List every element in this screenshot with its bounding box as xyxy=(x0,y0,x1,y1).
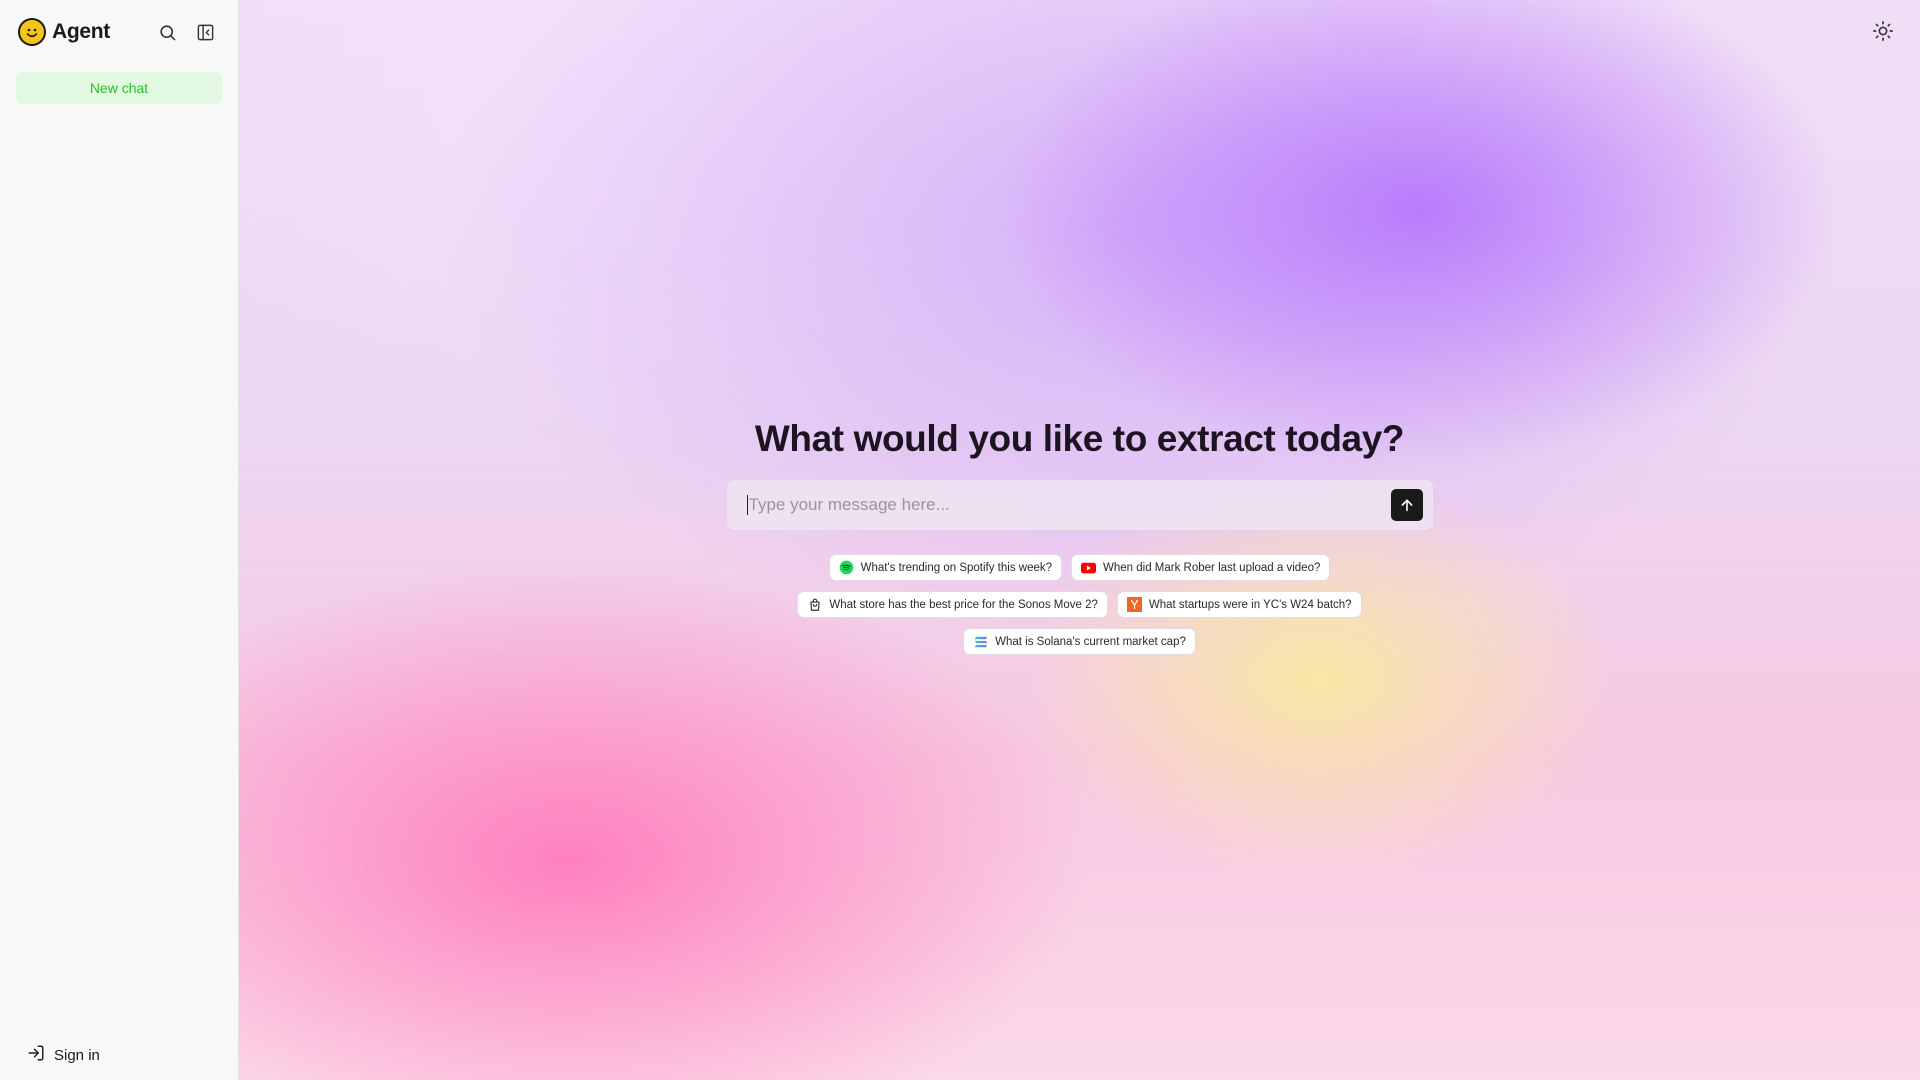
search-icon[interactable] xyxy=(156,21,178,43)
suggestion-label: When did Mark Rober last upload a video? xyxy=(1103,561,1321,574)
prompt-area: What would you like to extract today? Ty… xyxy=(239,418,1920,655)
brand-name: Agent xyxy=(52,20,110,43)
sign-in-icon xyxy=(27,1044,45,1066)
send-button[interactable] xyxy=(1390,489,1423,521)
suggestion-chip[interactable]: What store has the best price for the So… xyxy=(797,591,1108,618)
collapse-sidebar-icon[interactable] xyxy=(194,21,216,43)
sidebar-header: Agent xyxy=(0,0,238,64)
shopping-bag-icon xyxy=(807,597,822,612)
sidebar-actions xyxy=(156,21,220,43)
suggestion-row: What's trending on Spotify this week? Wh… xyxy=(828,554,1331,581)
suggestion-chip[interactable]: What is Solana's current market cap? xyxy=(963,628,1196,655)
message-composer xyxy=(726,480,1433,530)
solana-icon xyxy=(973,634,988,649)
suggestion-chip[interactable]: When did Mark Rober last upload a video? xyxy=(1071,554,1331,581)
new-chat-button[interactable]: New chat xyxy=(16,72,222,104)
suggestion-row: What store has the best price for the So… xyxy=(797,591,1362,618)
smiley-logo-icon xyxy=(18,18,46,46)
suggestion-row: What is Solana's current market cap? xyxy=(963,628,1196,655)
suggestion-list: What's trending on Spotify this week? Wh… xyxy=(797,554,1362,655)
suggestion-chip[interactable]: What's trending on Spotify this week? xyxy=(828,554,1063,581)
brand[interactable]: Agent xyxy=(18,18,110,46)
youtube-icon xyxy=(1081,560,1097,575)
message-input[interactable] xyxy=(746,495,1391,515)
app-root: Agent New chat Sign in What would you li… xyxy=(0,0,1920,1080)
sign-in-button[interactable]: Sign in xyxy=(27,1044,100,1066)
sun-theme-toggle-icon[interactable] xyxy=(1872,20,1896,44)
sign-in-label: Sign in xyxy=(54,1046,100,1064)
main-area: What would you like to extract today? Ty… xyxy=(239,0,1920,1080)
page-title: What would you like to extract today? xyxy=(754,418,1405,459)
spotify-icon xyxy=(839,560,854,575)
ycombinator-icon xyxy=(1126,597,1142,612)
suggestion-label: What startups were in YC's W24 batch? xyxy=(1148,598,1352,611)
suggestion-label: What store has the best price for the So… xyxy=(829,598,1098,611)
sidebar: Agent New chat Sign in xyxy=(0,0,239,1080)
arrow-up-icon xyxy=(1401,499,1412,512)
suggestion-chip[interactable]: What startups were in YC's W24 batch? xyxy=(1116,591,1362,618)
suggestion-label: What is Solana's current market cap? xyxy=(995,635,1186,648)
suggestion-label: What's trending on Spotify this week? xyxy=(860,561,1053,574)
